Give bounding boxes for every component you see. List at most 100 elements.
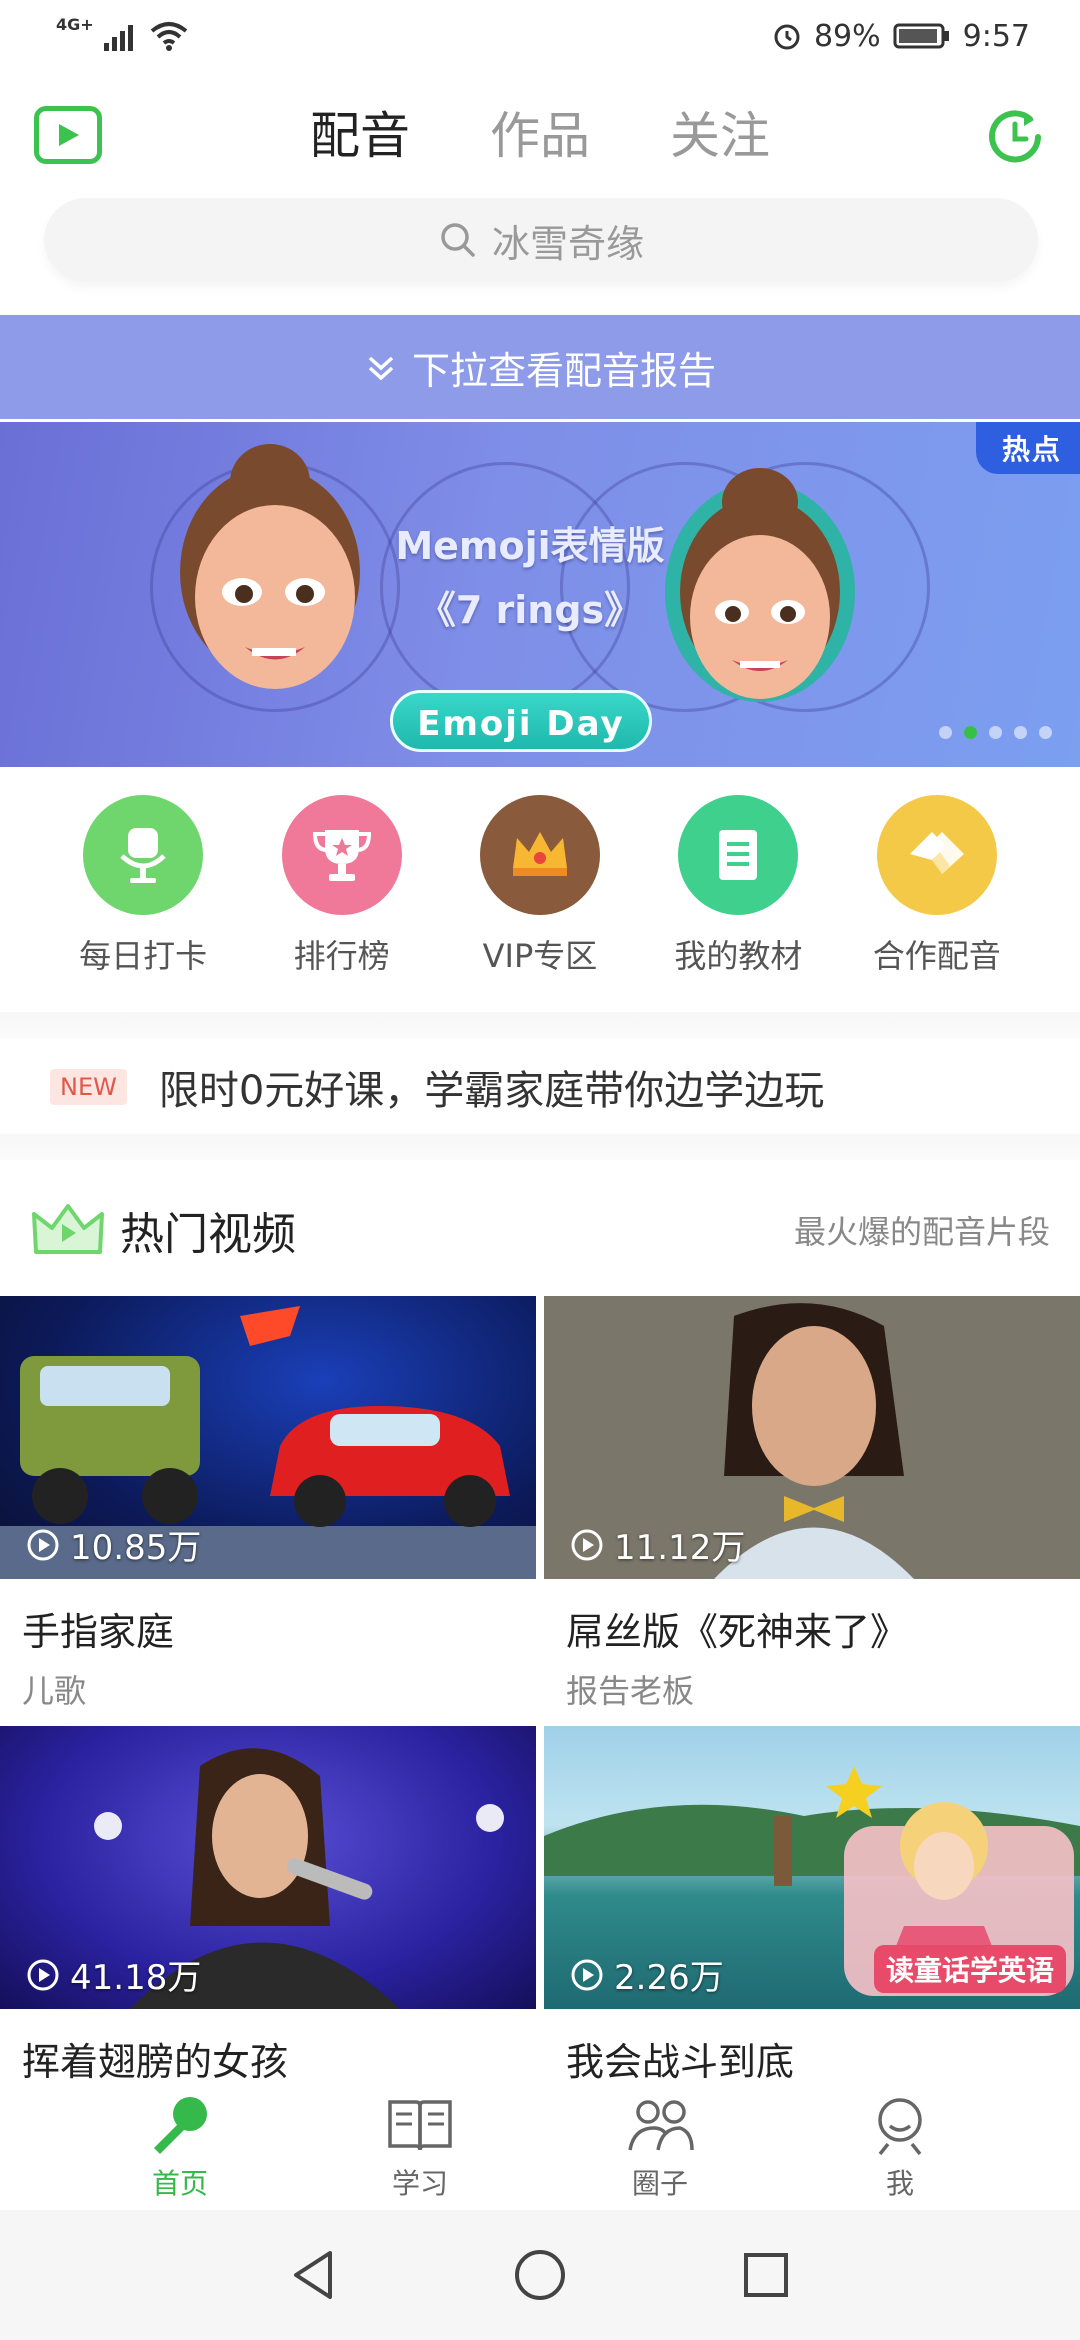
tab-study-label: 学习 [391, 2166, 448, 2200]
tab-circle[interactable]: 圈子 [580, 2094, 740, 2202]
carousel-dot-active[interactable] [964, 726, 977, 739]
status-bar: 4G+ 89% 9:57 [0, 0, 1080, 72]
search-input[interactable]: 冰雪奇缘 [44, 198, 1038, 282]
memoji-face-left [180, 444, 360, 689]
back-triangle-icon[interactable] [286, 2247, 342, 2303]
double-chevron-down-icon [368, 356, 394, 381]
video-play-button[interactable] [34, 106, 102, 164]
carousel-dot[interactable] [939, 726, 952, 739]
carousel-dot[interactable] [989, 726, 1002, 739]
battery-icon [893, 23, 949, 49]
system-nav-bar [0, 2210, 1080, 2340]
tab-circle-label: 圈子 [631, 2166, 688, 2200]
video-card[interactable]: 读童话学英语 2.26万 我会战斗到底 [544, 1726, 1080, 2086]
microphone-icon [83, 795, 204, 915]
status-right: 89% 9:57 [772, 19, 1030, 54]
view-count: 2.26万 [570, 1950, 724, 1999]
quick-link-my-materials[interactable]: 我的教材 [653, 795, 823, 995]
wifi-icon [150, 22, 187, 51]
hot-title-wrap: 热门视频 [30, 1198, 296, 1262]
tab-study[interactable]: 学习 [340, 2094, 500, 2202]
view-count-text: 10.85万 [70, 1528, 202, 1568]
quick-links: 每日打卡 排行榜 VIP专区 我的教材 合作配音 [0, 795, 1080, 995]
quick-link-label: 排行榜 [293, 937, 390, 975]
banner-emoji-day-button[interactable]: Emoji Day [390, 690, 652, 752]
quick-link-label: VIP专区 [482, 937, 598, 975]
handshake-icon [876, 795, 997, 915]
banner-carousel[interactable]: Memoji表情版 《7 rings》 Emoji Day 热点 [0, 422, 1080, 767]
tab-dubbing[interactable]: 配音 [270, 88, 450, 184]
hot-videos-subtitle[interactable]: 最火爆的配音片段 [794, 1207, 1050, 1253]
carousel-dot[interactable] [1014, 726, 1027, 739]
top-nav: 配音 作品 关注 [0, 88, 1080, 184]
video-title: 我会战斗到底 [566, 2040, 795, 2084]
quick-link-daily-checkin[interactable]: 每日打卡 [58, 795, 228, 995]
network-type: 4G+ [56, 14, 94, 34]
view-count-text: 11.12万 [614, 1528, 746, 1568]
tab-home-label: 首页 [151, 2166, 208, 2200]
video-title: 挥着翅膀的女孩 [22, 2040, 289, 2084]
carousel-dot[interactable] [1039, 726, 1052, 739]
video-card[interactable]: 11.12万 屌丝版《死神来了》 报告老板 [544, 1296, 1080, 1712]
user-icon [878, 2097, 922, 2155]
video-thumbnail[interactable]: 11.12万 [544, 1296, 1080, 1579]
trophy-icon [281, 795, 402, 915]
play-circle-icon [27, 1959, 59, 1990]
video-thumbnail[interactable]: 41.18万 [0, 1726, 536, 2009]
quick-link-cooperation[interactable]: 合作配音 [852, 795, 1022, 995]
section-divider [0, 1134, 1080, 1160]
history-icon[interactable] [980, 102, 1050, 172]
promo-text: 限时0元好课，学霸家庭带你边学边玩 [158, 1068, 825, 1114]
banner-title: Memoji表情版 《7 rings》 [380, 514, 680, 642]
video-title: 手指家庭 [22, 1610, 175, 1654]
pull-report-label: 下拉查看配音报告 [411, 348, 716, 393]
hot-videos-header: 热门视频 最火爆的配音片段 [0, 1185, 1080, 1275]
hot-tag: 热点 [975, 422, 1080, 474]
carousel-dots [939, 726, 1052, 739]
video-subtitle: 报告老板 [566, 1672, 695, 1710]
quick-link-vip[interactable]: VIP专区 [455, 795, 625, 995]
pull-down-report[interactable]: 下拉查看配音报告 [0, 315, 1080, 419]
video-card[interactable]: 41.18万 挥着翅膀的女孩 [0, 1726, 536, 2086]
signal-icon [103, 25, 133, 51]
quick-link-label: 我的教材 [674, 937, 803, 975]
play-circle-icon [27, 1529, 59, 1560]
book-open-icon [388, 2099, 452, 2150]
alarm-icon [774, 24, 800, 50]
bottom-tab-bar: 首页 学习 圈子 我 [0, 2085, 1080, 2210]
video-subtitle: 儿歌 [22, 1672, 87, 1710]
play-icon [59, 124, 79, 146]
video-overlay-label: 读童话学英语 [873, 1945, 1066, 1993]
video-card[interactable]: 10.85万 手指家庭 儿歌 [0, 1296, 536, 1712]
view-count-text: 2.26万 [614, 1958, 724, 1998]
quick-link-ranking[interactable]: 排行榜 [257, 795, 427, 995]
quick-link-label: 合作配音 [872, 937, 1001, 975]
clock-time: 9:57 [962, 18, 1030, 54]
tab-works[interactable]: 作品 [450, 88, 630, 184]
crown-icon [479, 795, 600, 915]
video-thumbnail[interactable]: 10.85万 [0, 1296, 536, 1579]
tab-following[interactable]: 关注 [630, 88, 810, 184]
view-count: 11.12万 [570, 1520, 745, 1569]
search-placeholder: 冰雪奇缘 [491, 221, 644, 266]
video-title: 屌丝版《死神来了》 [566, 1610, 909, 1654]
promo-banner[interactable]: NEW 限时0元好课，学霸家庭带你边学边玩 [0, 1045, 1080, 1129]
tab-home[interactable]: 首页 [100, 2094, 260, 2202]
recents-square-icon[interactable] [738, 2247, 794, 2303]
banner-title-line1: Memoji表情版 [395, 524, 665, 568]
crown-play-icon [32, 1204, 104, 1254]
new-badge: NEW [50, 1069, 127, 1105]
view-count: 10.85万 [26, 1520, 201, 1569]
group-icon [628, 2099, 694, 2150]
microphone-icon [154, 2096, 207, 2154]
view-count-text: 41.18万 [70, 1958, 202, 1998]
status-left: 4G+ [56, 15, 188, 51]
book-icon [678, 795, 799, 915]
view-count: 41.18万 [26, 1950, 201, 1999]
memoji-face-right [665, 468, 855, 702]
play-circle-icon [571, 1959, 603, 1990]
section-divider [0, 1012, 1080, 1038]
tab-me[interactable]: 我 [820, 2094, 980, 2202]
home-circle-icon[interactable] [512, 2247, 568, 2303]
video-thumbnail[interactable]: 读童话学英语 2.26万 [544, 1726, 1080, 2009]
